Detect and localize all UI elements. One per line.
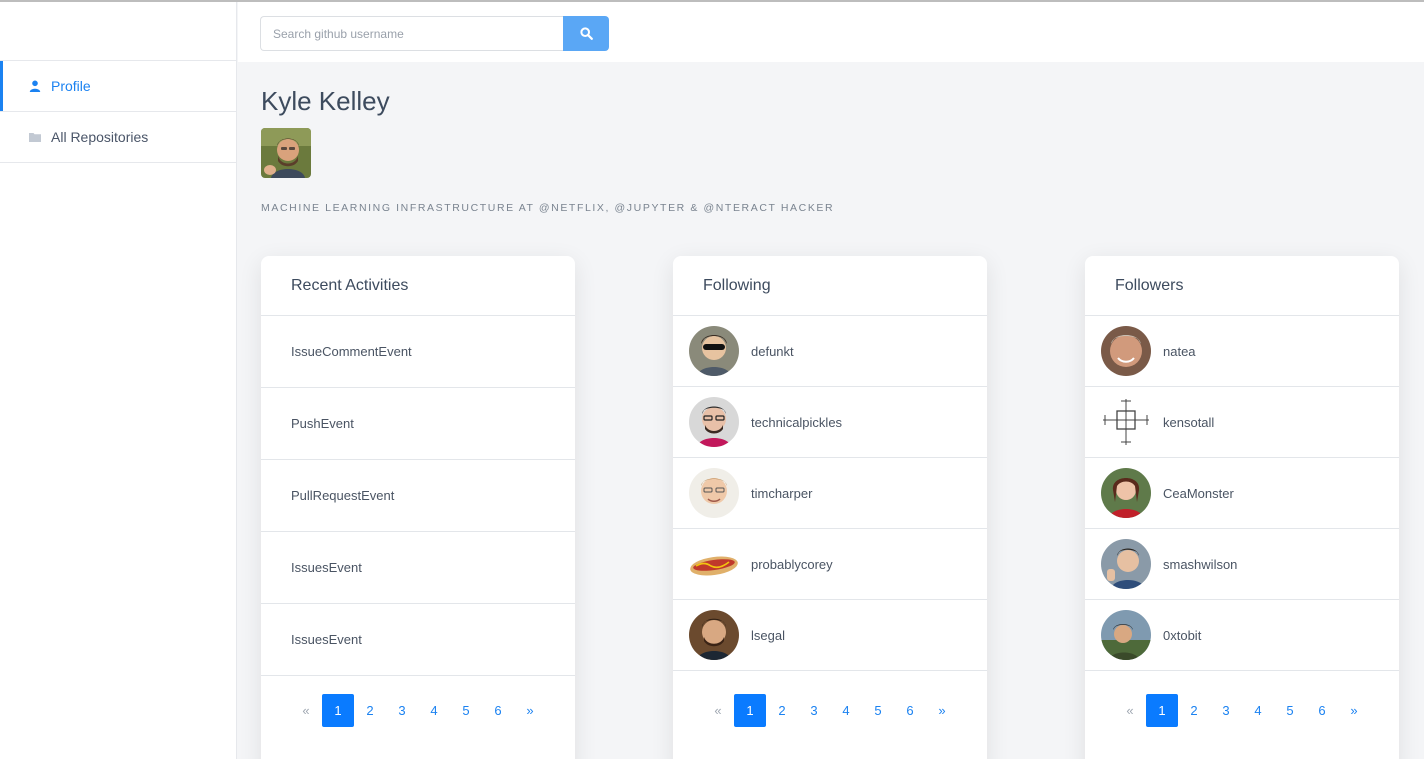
follower-user[interactable]: natea bbox=[1085, 316, 1399, 387]
page-1[interactable]: 1 bbox=[1146, 694, 1178, 727]
page-6[interactable]: 6 bbox=[894, 694, 926, 727]
activity-item: PushEvent bbox=[261, 388, 575, 460]
following-user[interactable]: timcharper bbox=[673, 458, 987, 529]
avatar bbox=[689, 610, 739, 660]
pagination: « 1 2 3 4 5 6 » bbox=[261, 694, 575, 727]
folder-icon bbox=[29, 131, 41, 143]
avatar bbox=[1101, 610, 1151, 660]
username: lsegal bbox=[751, 627, 785, 643]
activity-item: PullRequestEvent bbox=[261, 460, 575, 532]
avatar bbox=[689, 397, 739, 447]
avatar bbox=[1101, 468, 1151, 518]
username: kensotall bbox=[1163, 414, 1215, 430]
sidebar: Profile All Repositories bbox=[0, 2, 237, 759]
page-prev[interactable]: « bbox=[702, 694, 734, 727]
card-title: Recent Activities bbox=[261, 256, 575, 316]
username: technicalpickles bbox=[751, 414, 843, 430]
avatar bbox=[689, 468, 739, 518]
username: natea bbox=[1163, 343, 1196, 359]
page-4[interactable]: 4 bbox=[830, 694, 862, 727]
username: 0xtobit bbox=[1163, 627, 1202, 643]
follower-user[interactable]: smashwilson bbox=[1085, 529, 1399, 600]
following-user[interactable]: defunkt bbox=[673, 316, 987, 387]
pagination: « 1 2 3 4 5 6 » bbox=[673, 694, 987, 727]
page-6[interactable]: 6 bbox=[1306, 694, 1338, 727]
page-1[interactable]: 1 bbox=[734, 694, 766, 727]
avatar bbox=[1101, 397, 1151, 447]
page-6[interactable]: 6 bbox=[482, 694, 514, 727]
avatar bbox=[689, 326, 739, 376]
page-2[interactable]: 2 bbox=[766, 694, 798, 727]
pagination: « 1 2 3 4 5 6 » bbox=[1085, 694, 1399, 727]
activity-item: IssuesEvent bbox=[261, 604, 575, 676]
follower-user[interactable]: kensotall bbox=[1085, 387, 1399, 458]
profile-name: Kyle Kelley bbox=[261, 86, 390, 116]
page-prev[interactable]: « bbox=[290, 694, 322, 727]
page-5[interactable]: 5 bbox=[862, 694, 894, 727]
page-3[interactable]: 3 bbox=[798, 694, 830, 727]
page-next[interactable]: » bbox=[1338, 694, 1370, 727]
page-4[interactable]: 4 bbox=[418, 694, 450, 727]
sidebar-item-label: All Repositories bbox=[51, 129, 149, 145]
avatar bbox=[1101, 326, 1151, 376]
card-title: Following bbox=[673, 256, 987, 316]
sidebar-item-repositories[interactable]: All Repositories bbox=[0, 112, 236, 163]
sidebar-item-label: Profile bbox=[51, 78, 91, 94]
avatar bbox=[689, 539, 739, 589]
card-title: Followers bbox=[1085, 256, 1399, 316]
search-icon bbox=[579, 27, 593, 40]
username: smashwilson bbox=[1163, 556, 1238, 572]
search-input[interactable] bbox=[260, 16, 563, 51]
profile-avatar bbox=[261, 128, 311, 178]
page-3[interactable]: 3 bbox=[386, 694, 418, 727]
following-user[interactable]: probablycorey bbox=[673, 529, 987, 600]
page-2[interactable]: 2 bbox=[1178, 694, 1210, 727]
page-4[interactable]: 4 bbox=[1242, 694, 1274, 727]
username: defunkt bbox=[751, 343, 794, 359]
page-2[interactable]: 2 bbox=[354, 694, 386, 727]
username: CeaMonster bbox=[1163, 485, 1234, 501]
activity-item: IssueCommentEvent bbox=[261, 316, 575, 388]
username: probablycorey bbox=[751, 556, 833, 572]
follower-user[interactable]: CeaMonster bbox=[1085, 458, 1399, 529]
search-bar bbox=[260, 16, 609, 51]
activity-item: IssuesEvent bbox=[261, 532, 575, 604]
sidebar-header bbox=[0, 2, 236, 61]
following-card: Following defunkt technicalpickles timch… bbox=[673, 256, 987, 759]
page-1[interactable]: 1 bbox=[322, 694, 354, 727]
header bbox=[238, 2, 1424, 62]
followers-card: Followers natea kensotall CeaMonster sma… bbox=[1085, 256, 1399, 759]
following-user[interactable]: lsegal bbox=[673, 600, 987, 671]
recent-activities-card: Recent Activities IssueCommentEvent Push… bbox=[261, 256, 575, 759]
username: timcharper bbox=[751, 485, 813, 501]
sidebar-item-profile[interactable]: Profile bbox=[0, 61, 236, 112]
page-next[interactable]: » bbox=[514, 694, 546, 727]
follower-user[interactable]: 0xtobit bbox=[1085, 600, 1399, 671]
profile-bio: MACHINE LEARNING INFRASTRUCTURE AT @NETF… bbox=[261, 202, 835, 214]
search-button[interactable] bbox=[563, 16, 609, 51]
page-3[interactable]: 3 bbox=[1210, 694, 1242, 727]
page-5[interactable]: 5 bbox=[1274, 694, 1306, 727]
page-prev[interactable]: « bbox=[1114, 694, 1146, 727]
user-icon bbox=[29, 80, 41, 92]
following-user[interactable]: technicalpickles bbox=[673, 387, 987, 458]
page-next[interactable]: » bbox=[926, 694, 958, 727]
avatar bbox=[1101, 539, 1151, 589]
page-5[interactable]: 5 bbox=[450, 694, 482, 727]
